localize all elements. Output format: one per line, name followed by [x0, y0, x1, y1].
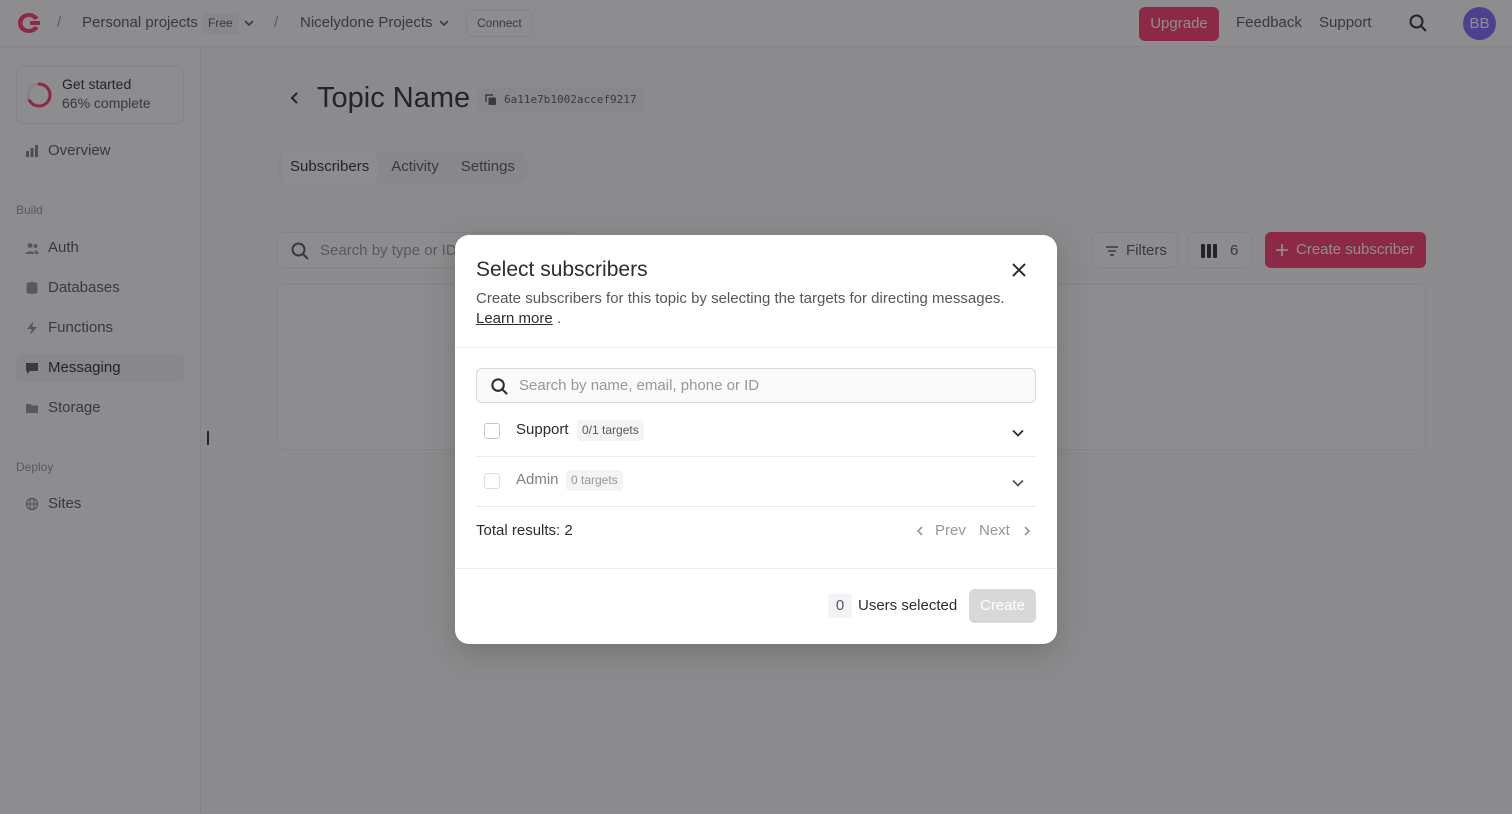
learn-more-period: . [556, 310, 562, 327]
row-name: Support [516, 421, 569, 438]
chevron-down-icon[interactable] [1011, 476, 1025, 490]
chevron-down-icon[interactable] [1011, 426, 1025, 440]
select-subscribers-modal: Select subscribers Create subscribers fo… [455, 235, 1057, 644]
list-item[interactable]: Support 0/1 targets [476, 407, 1036, 457]
row-checkbox[interactable] [484, 473, 500, 489]
chevron-left-icon [916, 526, 923, 536]
learn-more-link[interactable]: Learn more [476, 310, 553, 327]
divider [455, 347, 1057, 348]
row-checkbox[interactable] [484, 423, 500, 439]
targets-badge: 0 targets [566, 470, 623, 491]
modal-description: Create subscribers for this topic by sel… [476, 289, 1036, 329]
create-button[interactable]: Create [969, 589, 1036, 623]
prev-button[interactable]: Prev [935, 522, 966, 539]
modal-title: Select subscribers [476, 258, 648, 281]
search-icon [491, 378, 508, 395]
selected-count-badge: 0 [828, 594, 852, 618]
total-results: Total results: 2 [476, 522, 573, 539]
modal-search-placeholder: Search by name, email, phone or ID [519, 377, 760, 394]
row-name: Admin [516, 471, 559, 488]
chevron-right-icon [1024, 526, 1031, 536]
divider [455, 568, 1057, 569]
targets-badge: 0/1 targets [577, 420, 644, 441]
list-item[interactable]: Admin 0 targets [476, 457, 1036, 507]
modal-description-text: Create subscribers for this topic by sel… [476, 290, 1005, 307]
selected-label: Users selected [858, 597, 958, 614]
close-icon[interactable] [1010, 261, 1028, 279]
next-button[interactable]: Next [979, 522, 1010, 539]
modal-search-input[interactable]: Search by name, email, phone or ID [476, 368, 1036, 403]
